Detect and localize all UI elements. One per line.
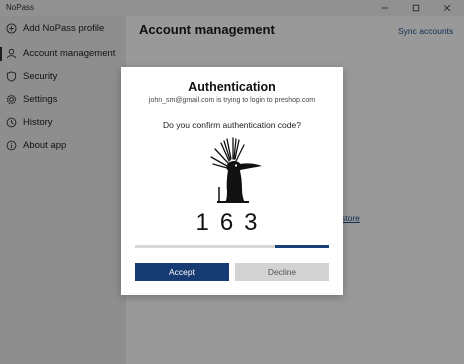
dialog-subtitle: john_sm@gmail.com is trying to login to … — [148, 97, 316, 104]
countdown-progress-fill — [274, 245, 329, 248]
dialog-question: Do you confirm authentication code? — [163, 120, 301, 130]
dialog-title: Authentication — [188, 80, 276, 94]
accept-button[interactable]: Accept — [135, 263, 229, 281]
countdown-progress-bar — [135, 245, 329, 248]
decline-button[interactable]: Decline — [235, 263, 329, 281]
auth-code: 163 — [195, 209, 269, 236]
authentication-dialog: Authentication john_sm@gmail.com is tryi… — [121, 67, 343, 295]
bird-icon — [210, 137, 262, 203]
